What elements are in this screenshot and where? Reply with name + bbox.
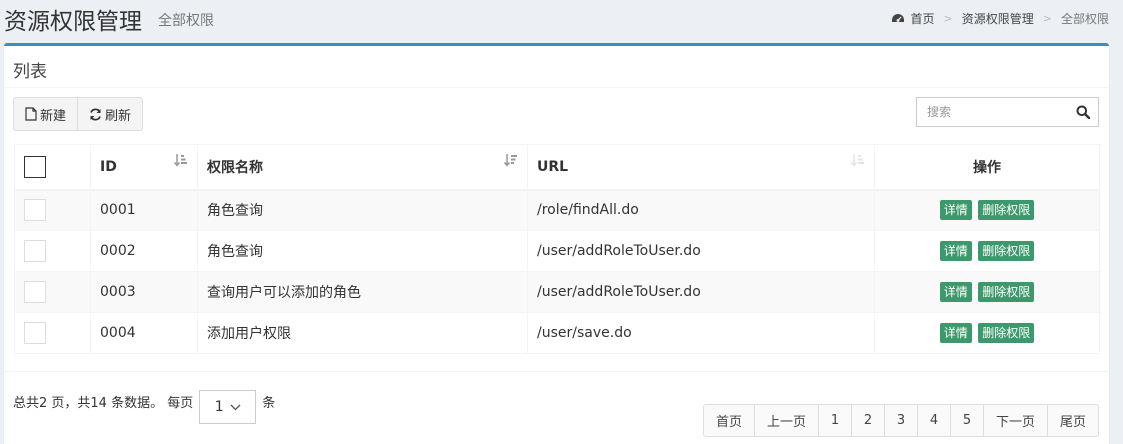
- breadcrumb: 首页 > 资源权限管理 > 全部权限: [891, 10, 1109, 27]
- row-checkbox[interactable]: [24, 281, 46, 303]
- search-box: [916, 97, 1099, 127]
- pagination-first[interactable]: 首页: [702, 404, 755, 437]
- box-footer-divider: [4, 371, 1109, 372]
- table-row: 0002 角色查询 /user/addRoleToUser.do 详情 删除权限: [14, 230, 1100, 272]
- row-id: 0002: [90, 230, 198, 272]
- detail-button[interactable]: 详情: [939, 241, 972, 261]
- breadcrumb-separator: >: [1042, 12, 1052, 25]
- pagination-page[interactable]: 4: [917, 404, 951, 437]
- row-id: 0004: [90, 312, 198, 354]
- toolbar: 新建 刷新: [13, 97, 144, 131]
- row-name: 角色查询: [197, 189, 528, 231]
- sort-asc-icon: [174, 154, 187, 167]
- chevron-down-icon: [230, 404, 241, 410]
- page-info-text: 总共2 页，共14 条数据。 每页: [13, 395, 194, 411]
- column-header-name[interactable]: 权限名称: [197, 144, 528, 191]
- breadcrumb-current: 全部权限: [1060, 12, 1109, 26]
- page-size-value: 1: [214, 399, 224, 415]
- box-header-divider: [4, 87, 1109, 88]
- new-button[interactable]: 新建: [13, 97, 79, 131]
- row-url: /user/addRoleToUser.do: [527, 230, 875, 272]
- dashboard-icon: [891, 13, 904, 22]
- refresh-button-label: 刷新: [105, 108, 132, 124]
- pagination-prev[interactable]: 上一页: [754, 404, 819, 437]
- row-id: 0001: [90, 189, 198, 231]
- table-row: 0003 查询用户可以添加的角色 /user/addRoleToUser.do …: [14, 271, 1100, 313]
- pagination-page[interactable]: 2: [851, 404, 885, 437]
- column-header-operation: 操作: [874, 144, 1100, 191]
- page-size-select[interactable]: 1: [199, 390, 257, 424]
- row-url: /user/save.do: [527, 312, 875, 354]
- pagination-page[interactable]: 3: [884, 404, 918, 437]
- sort-desc-icon: [504, 154, 517, 167]
- sort-icon: [851, 154, 864, 167]
- pagination-page[interactable]: 1: [818, 404, 852, 437]
- list-box: 列表 新建 刷新 搜索 ID 权限名称 URL 操作 0001 角色查询 /ro…: [4, 43, 1109, 444]
- page-info: 总共2 页，共14 条数据。 每页 1 条: [13, 384, 276, 424]
- select-all-checkbox[interactable]: [24, 155, 46, 178]
- table-row: 0004 添加用户权限 /user/save.do 详情 删除权限: [14, 312, 1100, 354]
- box-title: 列表: [13, 62, 47, 82]
- column-header-url[interactable]: URL: [527, 144, 875, 191]
- row-checkbox[interactable]: [24, 240, 46, 262]
- row-id: 0003: [90, 271, 198, 313]
- row-name: 查询用户可以添加的角色: [197, 271, 528, 313]
- page-title: 资源权限管理: [4, 9, 142, 35]
- page-size-unit: 条: [262, 395, 276, 411]
- new-button-label: 新建: [40, 108, 67, 124]
- table-row: 0001 角色查询 /role/findAll.do 详情 删除权限: [14, 189, 1100, 231]
- row-name: 角色查询: [197, 230, 528, 272]
- delete-permission-button[interactable]: 删除权限: [978, 200, 1035, 221]
- row-checkbox[interactable]: [24, 322, 46, 344]
- detail-button[interactable]: 详情: [939, 323, 972, 343]
- search-icon[interactable]: [1068, 98, 1098, 126]
- search-input[interactable]: [917, 98, 1068, 126]
- row-url: /user/addRoleToUser.do: [527, 271, 875, 313]
- row-name: 添加用户权限: [197, 312, 528, 354]
- breadcrumb-section-link[interactable]: 资源权限管理: [962, 10, 1034, 27]
- content-header: 资源权限管理 全部权限 首页 > 资源权限管理 > 全部权限: [0, 0, 1123, 44]
- select-all-header: [14, 144, 91, 191]
- breadcrumb-home-link[interactable]: 首页: [911, 10, 935, 27]
- delete-permission-button[interactable]: 删除权限: [978, 282, 1035, 302]
- page-subtitle: 全部权限: [158, 13, 214, 29]
- refresh-icon: [90, 107, 101, 121]
- pagination-next[interactable]: 下一页: [983, 404, 1048, 437]
- delete-permission-button[interactable]: 删除权限: [978, 241, 1035, 261]
- permission-table: ID 权限名称 URL 操作 0001 角色查询 /role/findAll.d…: [14, 144, 1100, 354]
- breadcrumb-separator: >: [943, 12, 953, 25]
- pagination-page[interactable]: 5: [950, 404, 984, 437]
- delete-permission-button[interactable]: 删除权限: [978, 323, 1035, 343]
- refresh-button[interactable]: 刷新: [78, 97, 144, 131]
- row-checkbox[interactable]: [24, 199, 46, 222]
- detail-button[interactable]: 详情: [939, 200, 972, 221]
- row-url: /role/findAll.do: [527, 189, 875, 231]
- file-icon: [25, 107, 37, 121]
- pagination-last[interactable]: 尾页: [1047, 404, 1099, 437]
- column-header-id[interactable]: ID: [90, 144, 198, 191]
- pagination: 首页 上一页 1 2 3 4 5 下一页 尾页: [702, 404, 1099, 437]
- table-header-row: ID 权限名称 URL 操作: [14, 144, 1100, 191]
- detail-button[interactable]: 详情: [939, 282, 972, 302]
